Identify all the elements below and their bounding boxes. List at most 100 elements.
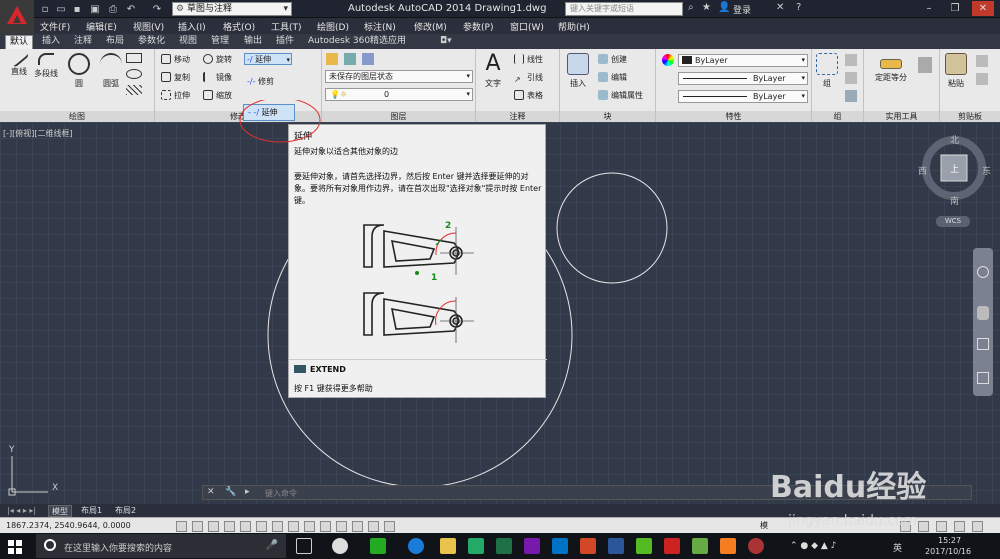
menu-tools[interactable]: 工具(T) (271, 20, 302, 33)
restore-button[interactable]: ❐ (944, 1, 966, 16)
layer-isolate-icon[interactable] (362, 53, 374, 65)
tab-layout1[interactable]: 布局1 (78, 505, 105, 517)
tab-insert[interactable]: 插入 (38, 35, 64, 49)
pan-hand-icon[interactable] (977, 306, 989, 320)
wrench-icon[interactable]: 🔧 (225, 487, 236, 497)
measure-button[interactable]: 定距等分 (870, 53, 912, 97)
arc-button[interactable]: 圆弧 (94, 53, 128, 97)
viewcube-west[interactable]: 西 (918, 164, 927, 177)
selection-cycling-icon[interactable] (384, 521, 395, 532)
viewport-label[interactable]: [-][俯视][二维线框] (3, 128, 73, 139)
outlook-icon[interactable] (552, 538, 568, 554)
rectangle-icon[interactable] (126, 53, 142, 63)
tab-manage[interactable]: 管理 (207, 35, 233, 49)
menu-format[interactable]: 格式(O) (223, 20, 255, 33)
workspace-select[interactable]: ⚙ 草图与注释 ▾ (172, 2, 292, 16)
color-select[interactable]: ByLayer ▾ (678, 54, 808, 67)
autocad-taskbar-icon[interactable] (664, 538, 680, 554)
grid-icon[interactable] (208, 521, 219, 532)
text-button[interactable]: A 文字 (478, 53, 508, 97)
tab-featured-apps[interactable]: 精选应用 (366, 35, 410, 49)
viewcube-south[interactable]: 南 (950, 194, 959, 207)
edit-attributes-button[interactable]: 编辑属性 (598, 90, 643, 102)
mirror-button[interactable]: 镜像 (203, 72, 232, 84)
save-icon[interactable]: ▪ (70, 2, 84, 16)
open-icon[interactable]: ▭ (54, 2, 68, 16)
transparency-icon[interactable] (352, 521, 363, 532)
group-select-icon[interactable] (845, 90, 857, 102)
create-block-button[interactable]: 创建 (598, 54, 627, 66)
rotate-button[interactable]: 旋转 (203, 54, 232, 66)
insert-block-button[interactable]: 插入 (564, 53, 592, 97)
polyline-button[interactable]: 多段线 (32, 53, 60, 97)
clock-date[interactable]: 2017/10/16 (925, 547, 971, 556)
leader-button[interactable]: ↗ 引线 (514, 72, 543, 84)
layer-off-icon[interactable] (344, 53, 356, 65)
windows-start-icon[interactable] (8, 540, 22, 554)
model-space-button[interactable]: 模 (760, 520, 768, 531)
fan-app-icon[interactable] (332, 538, 348, 554)
menu-insert[interactable]: 插入(I) (178, 20, 206, 33)
quickprops-icon[interactable] (368, 521, 379, 532)
paste-button[interactable]: 粘贴 (942, 53, 970, 97)
subscription-icon[interactable]: ★ (702, 2, 711, 13)
viewcube-top-face[interactable]: 上 (950, 162, 959, 175)
application-menu-button[interactable] (0, 0, 34, 34)
tab-annotate[interactable]: 注释 (70, 35, 96, 49)
navigation-bar[interactable] (973, 248, 993, 396)
menu-file[interactable]: 文件(F) (40, 20, 70, 33)
table-button[interactable]: 表格 (514, 90, 543, 102)
snap-icon[interactable] (192, 521, 203, 532)
clean-screen-icon[interactable] (972, 521, 983, 532)
tray-icons[interactable]: ⌃ ● ◆ ▲ ♪ (790, 541, 836, 551)
steering-wheel-icon[interactable] (977, 266, 989, 278)
app-icon-teal[interactable] (468, 538, 484, 554)
command-input[interactable]: 键入命令 (265, 488, 297, 499)
dyn-icon[interactable] (320, 521, 331, 532)
otrack-icon[interactable] (288, 521, 299, 532)
linetype-select[interactable]: ByLayer ▾ (678, 72, 808, 85)
tab-model[interactable]: 模型 (48, 505, 72, 517)
redo-icon[interactable]: ↷ (150, 2, 164, 16)
menu-dimension[interactable]: 标注(N) (364, 20, 396, 33)
wcs-menu[interactable]: WCS (936, 216, 970, 227)
cut-icon[interactable] (976, 55, 988, 67)
menu-window[interactable]: 窗口(W) (510, 20, 544, 33)
file-explorer-icon[interactable] (440, 538, 456, 554)
close-icon[interactable]: ✕ (207, 487, 215, 497)
search-input[interactable]: 键入关键字或短语 (565, 2, 683, 16)
ortho-icon[interactable] (224, 521, 235, 532)
print-icon[interactable]: ⎙ (106, 2, 120, 16)
clock-time[interactable]: 15:27 (938, 536, 961, 545)
3dosnap-icon[interactable] (272, 521, 283, 532)
app-icon-green[interactable] (370, 538, 386, 554)
ungroup-icon[interactable] (845, 54, 857, 66)
app-icon-red[interactable] (748, 538, 764, 554)
task-view-icon[interactable] (296, 538, 312, 554)
menu-edit[interactable]: 编辑(E) (86, 20, 117, 33)
search-icon[interactable]: ⌕ (688, 2, 694, 13)
excel-icon[interactable] (496, 538, 512, 554)
undo-icon[interactable]: ↶ (124, 2, 138, 16)
move-button[interactable]: 移动 (161, 54, 190, 66)
saveas-icon[interactable]: ▣ (88, 2, 102, 16)
stretch-button[interactable]: 拉伸 (161, 90, 190, 102)
calculator-icon[interactable] (918, 57, 932, 73)
isolate-icon[interactable] (954, 521, 965, 532)
app-icon-orange[interactable] (720, 538, 736, 554)
tab-nav-arrows[interactable]: |◂ ◂ ▸ ▸| (4, 505, 39, 517)
ducs-icon[interactable] (304, 521, 315, 532)
menu-parametric[interactable]: 参数(P) (463, 20, 493, 33)
ellipse-icon[interactable] (126, 69, 142, 79)
copy-clip-icon[interactable] (976, 73, 988, 85)
ribbon-toggle-icon[interactable]: ◘▾ (436, 35, 456, 49)
copy-button[interactable]: 复制 (161, 72, 190, 84)
layer-state-select[interactable]: 未保存的图层状态 ▾ (325, 70, 473, 83)
tab-layout2[interactable]: 布局2 (112, 505, 139, 517)
lineweight-select[interactable]: ByLayer ▾ (678, 90, 808, 103)
exchange-icon[interactable]: ✕ (776, 2, 784, 13)
viewcube-north[interactable]: 北 (950, 133, 959, 146)
close-button[interactable]: ✕ (972, 1, 994, 16)
minimize-button[interactable]: – (918, 1, 940, 16)
help-icon[interactable]: ? (796, 2, 801, 13)
